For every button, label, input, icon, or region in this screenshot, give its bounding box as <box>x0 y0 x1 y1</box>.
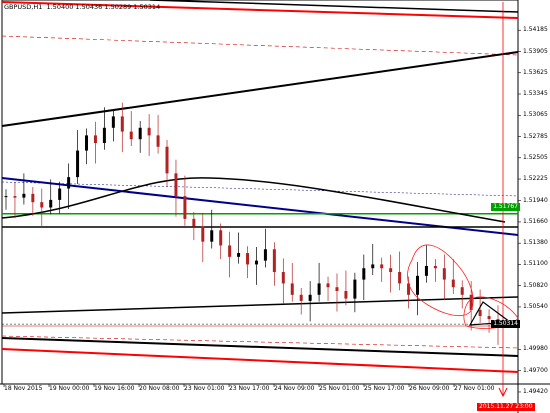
candle-body <box>433 265 437 269</box>
black-upper-trend-line <box>1 51 519 127</box>
price-tick-label: 1.54185 <box>523 26 548 34</box>
time-tick-label: 25 Nov 17:00 <box>364 385 405 392</box>
time-tick-label: 19 Nov 00:00 <box>49 385 90 392</box>
candle-body <box>308 294 312 301</box>
candle-body <box>192 218 196 227</box>
candle-body <box>380 264 384 269</box>
plot-frame <box>1 0 519 385</box>
price-tick-label: 1.51660 <box>523 217 548 225</box>
candle-body <box>76 150 80 178</box>
candle-body <box>129 131 133 140</box>
red-dashed-upper-line <box>1 35 519 56</box>
candle-body <box>67 177 71 189</box>
candle-body <box>219 230 223 246</box>
candle-body <box>478 309 482 317</box>
candle-body <box>147 127 151 136</box>
candle-body <box>201 226 205 242</box>
candle-body <box>415 275 419 295</box>
candle-body <box>246 253 250 265</box>
candle-body <box>49 199 53 208</box>
green-level-tag: 1.51767 <box>491 203 520 211</box>
candle-body <box>326 283 330 288</box>
candle-body <box>353 279 357 299</box>
time-tick-label: 18 Nov 2015 <box>4 385 43 392</box>
price-tick-label: 1.50540 <box>523 302 548 310</box>
blue-dotted-line <box>1 181 519 197</box>
candle-body <box>102 127 106 143</box>
time-tick-label: 26 Nov 09:00 <box>409 385 450 392</box>
price-tick-label: 1.50820 <box>523 281 548 289</box>
time-tick-label: 27 Nov 01:00 <box>454 385 495 392</box>
time-tick-label: 23 Nov 01:00 <box>184 385 225 392</box>
candle-body <box>407 283 411 295</box>
chart-window[interactable]: GBPUSD,H1 1.50400 1.50436 1.50289 1.5031… <box>0 0 550 413</box>
price-tick-label: 1.52225 <box>523 175 548 183</box>
price-chart[interactable] <box>0 0 550 413</box>
top-black-channel-line <box>149 0 519 13</box>
price-tick-label: 1.52785 <box>523 132 548 140</box>
candle-body <box>210 230 214 242</box>
candle-body <box>228 245 232 257</box>
candle-body <box>335 287 339 292</box>
candle-body <box>317 283 321 295</box>
price-tick-label: 1.53905 <box>523 47 548 55</box>
candle-body <box>344 291 348 299</box>
candle-body <box>299 294 303 301</box>
current-price-tag: 1.50314 <box>491 320 520 328</box>
candle-body <box>111 116 115 128</box>
candle-body <box>165 146 169 174</box>
candle-body <box>58 188 62 200</box>
candle-body <box>272 249 276 273</box>
symbol-label: GBPUSD,H1 <box>4 3 43 11</box>
candle-body <box>362 268 366 280</box>
candle-body <box>120 116 124 132</box>
candle-body <box>174 173 178 197</box>
candle-body <box>13 196 17 198</box>
candle-body <box>40 202 44 208</box>
candle-body <box>290 283 294 295</box>
price-tick-label: 1.49980 <box>523 345 548 353</box>
price-tick-label: 1.53065 <box>523 111 548 119</box>
time-tick-label: 23 Nov 17:00 <box>229 385 270 392</box>
candle-body <box>156 135 160 147</box>
candle-body <box>237 253 241 257</box>
candle-body <box>460 287 464 295</box>
candle-body <box>183 196 187 219</box>
candle-body <box>31 193 35 203</box>
cursor-time-tag: 2015.11.27 23:00 <box>477 403 535 411</box>
candle-body <box>22 193 26 198</box>
candle-body <box>263 249 267 261</box>
price-tick-label: 1.49420 <box>523 387 548 395</box>
candle-body <box>389 268 393 273</box>
time-tick-label: 20 Nov 08:00 <box>139 385 180 392</box>
moving-average-curve <box>1 177 506 223</box>
candle-body <box>451 279 455 288</box>
black-lower-trend-line <box>1 296 519 314</box>
candle-body <box>442 268 446 280</box>
price-tick-label: 1.52505 <box>523 153 548 161</box>
price-tick-label: 1.51940 <box>523 196 548 204</box>
price-tick-label: 1.49700 <box>523 366 548 374</box>
chart-header: GBPUSD,H1 1.50400 1.50436 1.50289 1.5031… <box>4 3 162 11</box>
candle-body <box>138 127 142 140</box>
candle-body <box>487 316 491 320</box>
price-tick-label: 1.51380 <box>523 239 548 247</box>
candle-body <box>254 260 258 265</box>
candle-body <box>85 135 89 151</box>
price-tick-label: 1.51100 <box>523 260 548 268</box>
candle-body <box>281 272 285 284</box>
time-tick-label: 25 Nov 01:00 <box>319 385 360 392</box>
candle-body <box>398 272 402 284</box>
time-tick-label: 19 Nov 16:00 <box>94 385 135 392</box>
candle-body <box>424 265 428 276</box>
time-tick-label: 24 Nov 09:00 <box>274 385 315 392</box>
candle-body <box>4 196 8 198</box>
ohlc-readout: 1.50400 1.50436 1.50289 1.50314 <box>46 3 161 11</box>
candle-body <box>371 264 375 269</box>
price-tick-label: 1.53345 <box>523 90 548 97</box>
candle-body <box>93 135 97 143</box>
price-tick-label: 1.53625 <box>523 68 548 76</box>
